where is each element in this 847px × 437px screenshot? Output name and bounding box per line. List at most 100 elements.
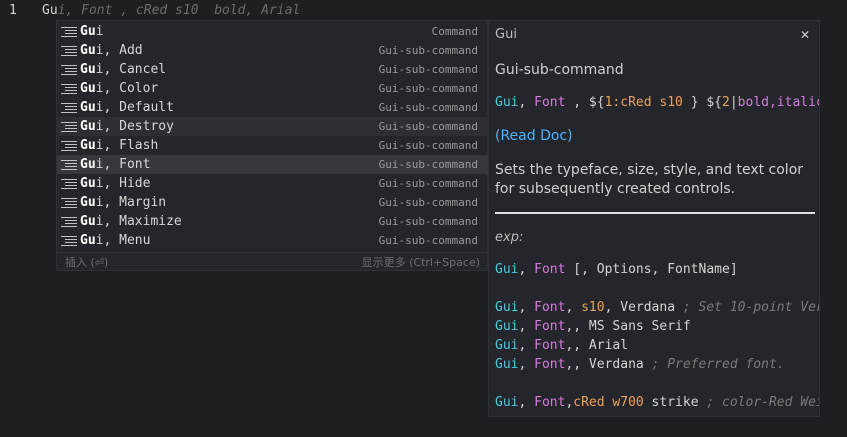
ex-comment: ; Preferred font. — [651, 357, 785, 372]
method-list-icon — [61, 140, 77, 152]
suggest-item-detail: Gui-sub-command — [378, 101, 478, 114]
suggest-item[interactable]: Gui, Color Gui-sub-command — [57, 79, 488, 98]
ex-comment: ; Set 10-point Verdana. — [682, 300, 819, 315]
suggest-item-detail: Gui-sub-command — [378, 196, 478, 209]
ex-subcommand: Font — [534, 395, 566, 410]
suggest-item-detail: Command — [431, 25, 478, 38]
label-rest: i, Font — [95, 157, 151, 172]
method-list-icon — [61, 121, 77, 133]
label-rest: i, Color — [95, 81, 159, 96]
label-rest: i — [95, 24, 104, 39]
sig-sep: , — [518, 95, 535, 110]
ex-command: Gui — [495, 338, 519, 353]
example-label: exp: — [495, 230, 524, 245]
ex-command: Gui — [495, 319, 519, 334]
sig-command: Gui — [495, 95, 519, 110]
match-highlight: Gu — [80, 138, 96, 153]
suggest-item-label: Gui, Flash — [80, 138, 379, 153]
read-doc-link[interactable]: (Read Doc) — [495, 128, 573, 144]
example-line: Gui, Font,, Arial — [495, 338, 628, 353]
ex-command: Gui — [495, 395, 519, 410]
method-list-icon — [61, 235, 77, 247]
method-list-icon — [61, 159, 77, 171]
suggest-item-detail: Gui-sub-command — [378, 234, 478, 247]
suggest-item-label: Gui, Color — [80, 81, 379, 96]
ex-sep: , — [518, 319, 535, 334]
label-rest: i, Hide — [95, 176, 151, 191]
editor-line[interactable]: Gui, Font , cRed s10 bold, Arial — [42, 3, 300, 18]
suggest-item[interactable]: Gui, Cancel Gui-sub-command — [57, 60, 488, 79]
syntax-line: Gui, Font [, Options, FontName] — [495, 262, 738, 277]
sig-param1: 1:cRed s10 — [604, 95, 683, 110]
match-highlight: Gu — [80, 62, 96, 77]
suggest-item-label: Gui, Font — [80, 157, 379, 172]
ex-sep: , — [518, 300, 535, 315]
suggest-item-label: Gui, Cancel — [80, 62, 379, 77]
method-list-icon — [61, 178, 77, 190]
suggest-item[interactable]: Gui, Add Gui-sub-command — [57, 41, 488, 60]
ex-arg-tail: strike — [643, 395, 707, 410]
syntax-rest: [, Options, FontName] — [565, 262, 738, 277]
show-more-hint[interactable]: 显示更多 (Ctrl+Space) — [362, 254, 480, 270]
match-highlight: Gu — [80, 119, 96, 134]
ex-comment: ; color-Red Weight 700 strike — [706, 395, 819, 410]
suggest-item[interactable]: Gui, Hide Gui-sub-command — [57, 174, 488, 193]
match-highlight: Gu — [80, 81, 96, 96]
match-highlight: Gu — [80, 24, 96, 39]
suggest-item-detail: Gui-sub-command — [378, 120, 478, 133]
suggest-item-detail: Gui-sub-command — [378, 158, 478, 171]
method-list-icon — [61, 102, 77, 114]
label-rest: i, Flash — [95, 138, 159, 153]
ex-option: s10 — [581, 300, 605, 315]
example-line: Gui, Font, s10, Verdana ; Set 10-point V… — [495, 300, 819, 315]
suggest-item[interactable]: Gui, Font Gui-sub-command — [57, 155, 488, 174]
match-highlight: Gu — [80, 233, 96, 248]
suggest-item[interactable]: Gui, Flash Gui-sub-command — [57, 136, 488, 155]
suggest-item[interactable]: Gui, Maximize Gui-sub-command — [57, 212, 488, 231]
suggest-item-detail: Gui-sub-command — [378, 63, 478, 76]
sig-param2-index: 2 — [722, 95, 730, 110]
sig-subcommand: Font — [534, 95, 566, 110]
suggest-item[interactable]: Gui Command — [57, 22, 488, 41]
suggest-footer: 插入 (⏎) 显示更多 (Ctrl+Space) — [57, 252, 488, 271]
suggest-item[interactable]: Gui, Default Gui-sub-command — [57, 98, 488, 117]
label-rest: i, Default — [95, 100, 174, 115]
match-highlight: Gu — [80, 100, 96, 115]
syntax-command: Gui — [495, 262, 519, 277]
syntax-subcommand: Font — [534, 262, 566, 277]
ex-subcommand: Font — [534, 300, 566, 315]
sig-rest2: } ${ — [682, 95, 723, 110]
details-subtitle: Gui-sub-command — [495, 62, 624, 78]
ex-sep: , — [518, 357, 535, 372]
suggest-item-detail: Gui-sub-command — [378, 177, 478, 190]
match-highlight: Gu — [80, 214, 96, 229]
ex-arg: ,, Arial — [565, 338, 629, 353]
ex-arg: , — [565, 300, 582, 315]
example-line: Gui, Font,cRed w700 strike ; color-Red W… — [495, 395, 819, 410]
label-rest: i, Menu — [95, 233, 151, 248]
sig-rest1: , ${ — [565, 95, 605, 110]
label-rest: i, Cancel — [95, 62, 167, 77]
method-list-icon — [61, 197, 77, 209]
ex-subcommand: Font — [534, 338, 566, 353]
close-icon[interactable]: ✕ — [797, 26, 813, 42]
suggest-item-detail: Gui-sub-command — [378, 44, 478, 57]
match-highlight: Gu — [80, 157, 96, 172]
match-highlight: Gu — [80, 176, 96, 191]
suggest-item[interactable]: Gui, Destroy Gui-sub-command — [57, 117, 488, 136]
ex-arg-tail: , Verdana — [604, 300, 683, 315]
method-list-icon — [61, 216, 77, 228]
suggest-item-label: Gui — [80, 24, 432, 39]
label-rest: i, Destroy — [95, 119, 174, 134]
divider — [495, 212, 815, 214]
example-line: Gui, Font,, Verdana ; Preferred font. — [495, 357, 785, 372]
details-title: Gui — [495, 27, 517, 42]
suggest-item[interactable]: Gui, Margin Gui-sub-command — [57, 193, 488, 212]
method-list-icon — [61, 83, 77, 95]
suggest-item[interactable]: Gui, Menu Gui-sub-command — [57, 231, 488, 250]
ex-command: Gui — [495, 300, 519, 315]
sig-param2-options: bold,italic — [737, 95, 820, 110]
method-list-icon — [61, 64, 77, 76]
ex-arg: ,, MS Sans Serif — [565, 319, 691, 334]
ex-arg: ,, Verdana — [565, 357, 652, 372]
